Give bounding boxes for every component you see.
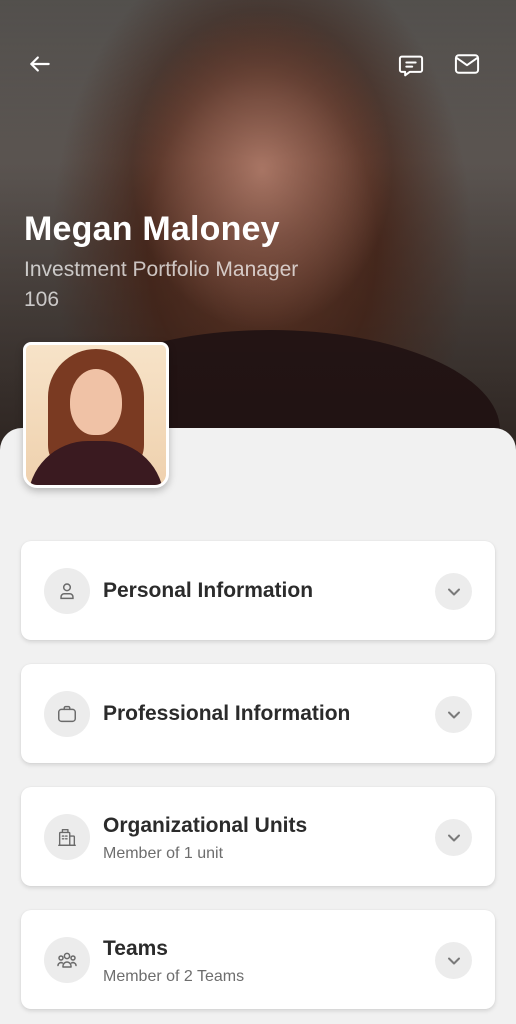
- mail-icon: [454, 54, 480, 74]
- team-icon: [44, 937, 90, 983]
- arrow-left-icon: [30, 56, 50, 72]
- chevron-down-icon: [447, 834, 460, 841]
- chat-button[interactable]: [393, 48, 429, 84]
- building-icon: [44, 814, 90, 860]
- profile-name: Megan Maloney: [24, 210, 280, 248]
- teams-card[interactable]: Teams Member of 2 Teams: [21, 910, 495, 1009]
- chevron-down-icon: [447, 957, 460, 964]
- chat-icon: [398, 55, 424, 77]
- expand-professional-button[interactable]: [435, 696, 472, 733]
- back-button[interactable]: [22, 46, 58, 82]
- expand-teams-button[interactable]: [435, 942, 472, 979]
- profile-screen: Megan Maloney Investment Portfolio Manag…: [0, 0, 516, 1024]
- personal-information-card[interactable]: Personal Information: [21, 541, 495, 640]
- profile-extension: 106: [24, 288, 60, 311]
- expand-organizational-units-button[interactable]: [435, 819, 472, 856]
- organizational-units-card[interactable]: Organizational Units Member of 1 unit: [21, 787, 495, 886]
- chevron-down-icon: [447, 711, 460, 718]
- profile-job-title: Investment Portfolio Manager: [24, 258, 299, 281]
- professional-information-card[interactable]: Professional Information: [21, 664, 495, 763]
- organizational-units-subtitle: Member of 1 unit: [103, 845, 224, 862]
- expand-personal-button[interactable]: [435, 573, 472, 610]
- personal-information-title: Personal Information: [103, 579, 314, 602]
- briefcase-icon: [44, 691, 90, 737]
- avatar-face: [70, 369, 122, 435]
- mail-button[interactable]: [449, 46, 485, 82]
- teams-subtitle: Member of 2 Teams: [103, 968, 245, 985]
- chevron-down-icon: [447, 588, 460, 595]
- person-icon: [44, 568, 90, 614]
- professional-information-title: Professional Information: [103, 702, 351, 725]
- organizational-units-title: Organizational Units: [103, 814, 308, 837]
- teams-title: Teams: [103, 937, 168, 960]
- avatar[interactable]: [23, 342, 169, 488]
